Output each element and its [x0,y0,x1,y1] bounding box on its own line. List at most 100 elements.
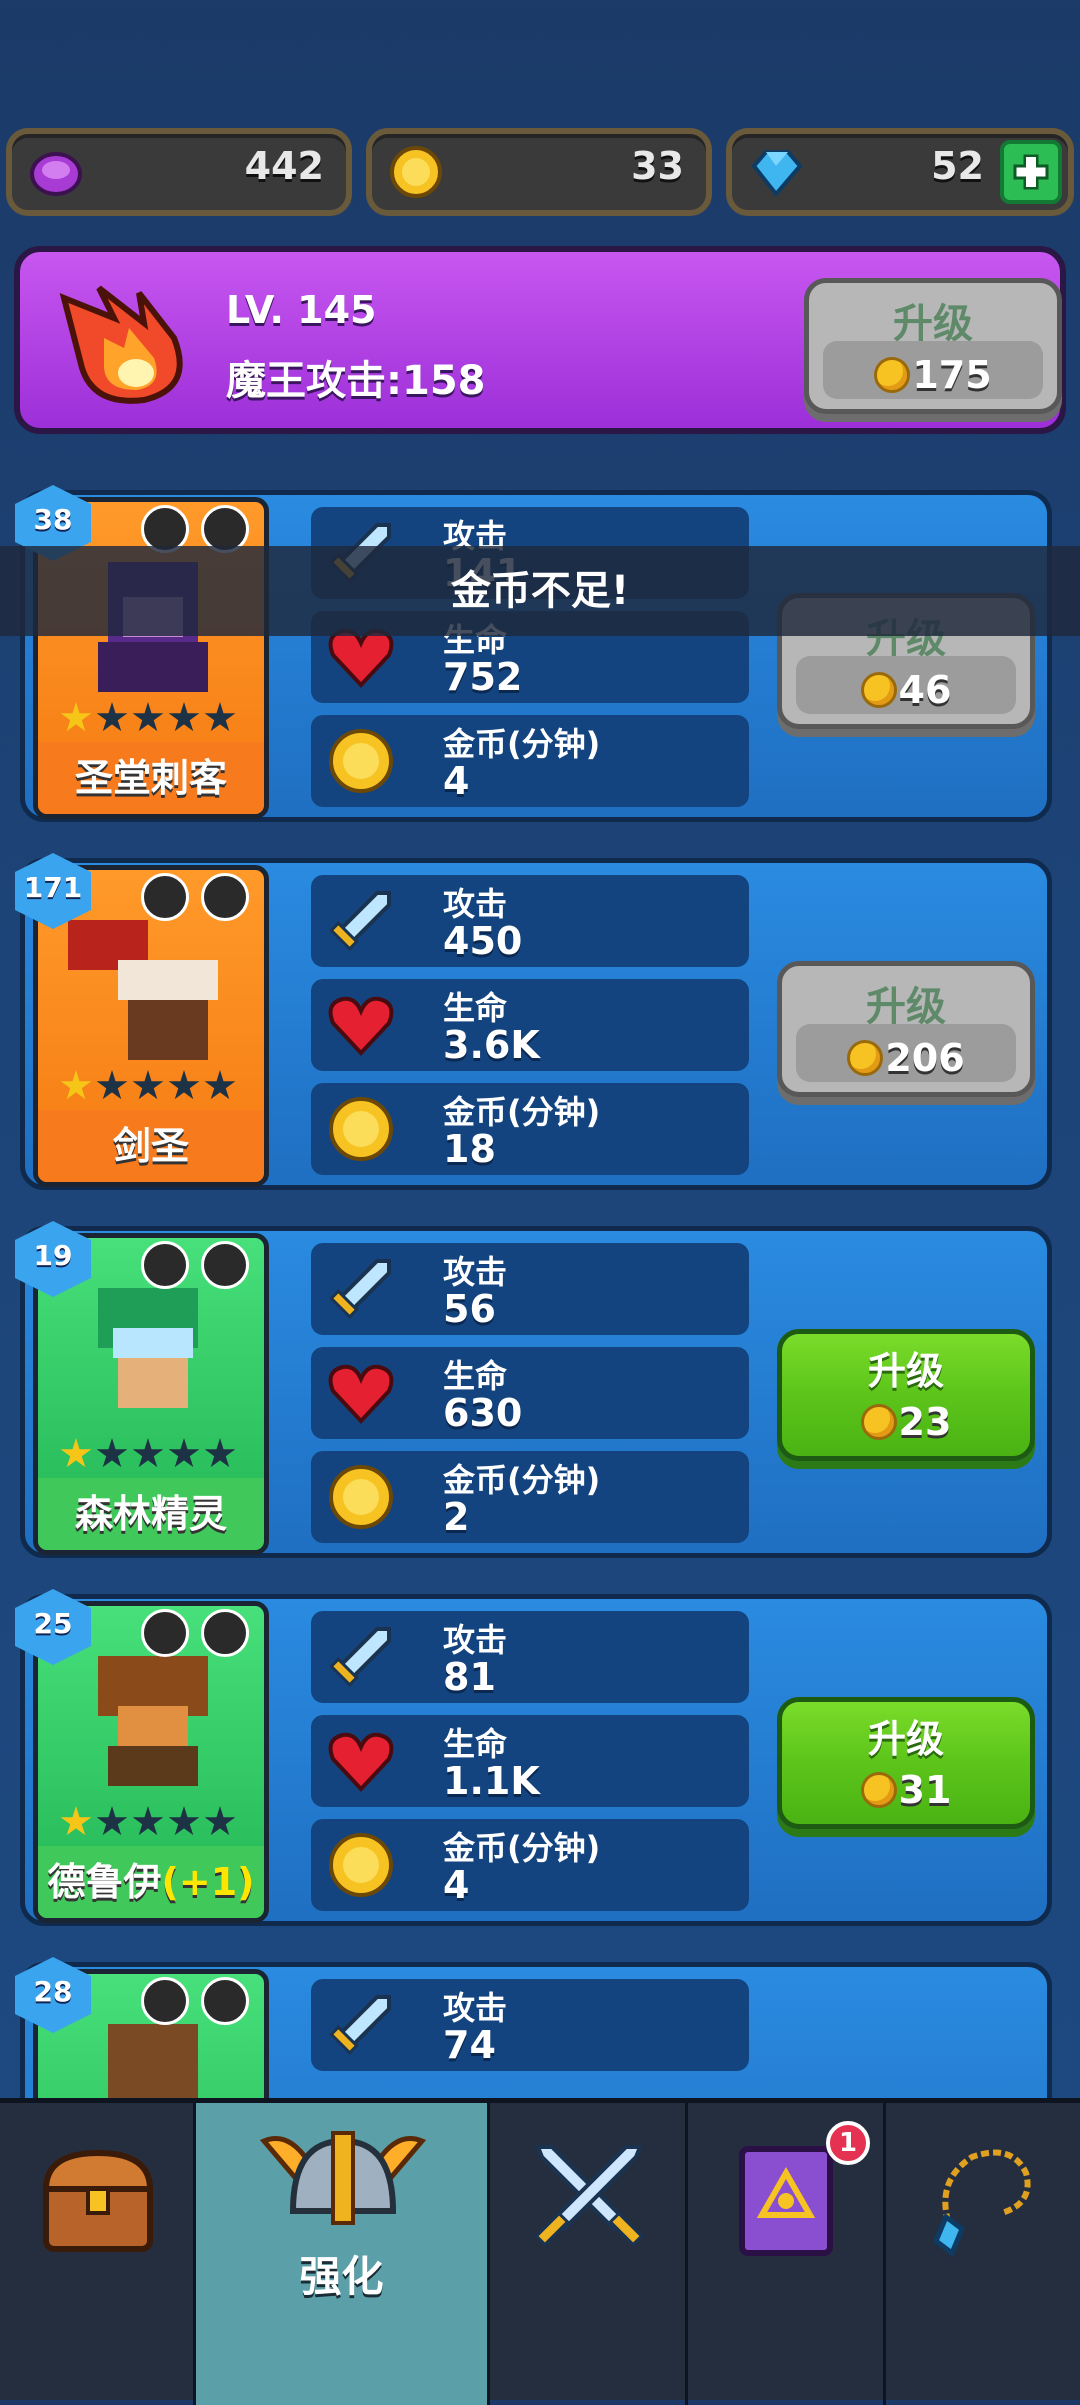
upgrade-cost: 23 [782,1400,1030,1444]
upgrade-cost: 46 [782,668,1030,712]
coin-rate-stat: 金币(分钟) 18 [311,1083,749,1175]
attack-value: 81 [443,1655,496,1699]
hero-name: 森林精灵 [38,1478,264,1550]
coin-rate-value: 4 [443,759,470,803]
viking-helmet-icon [259,2131,427,2225]
coin-icon [390,146,442,198]
diamond-counter: 52 [726,128,1074,216]
upgrade-label: 升级 [867,1349,944,1393]
notification-badge: 1 [826,2121,870,2165]
coin-rate-stat: 金币(分钟) 4 [311,715,749,807]
coin-icon [329,1097,393,1161]
star-rating [60,702,236,736]
tab-spellbook[interactable]: 1 [688,2103,886,2405]
name-bonus: (+1) [161,1860,255,1904]
hero-art [98,1656,208,1786]
hero-art [98,1288,198,1408]
attack-value: 56 [443,1287,496,1331]
star-rating [60,1806,236,1840]
coin-rate-value: 18 [443,1127,496,1171]
hero-card: 剑圣 171 攻击 450 生命 3.6K 金币(分钟) 18 升级 206 [15,853,1052,1190]
coin-icon [860,1772,897,1808]
hero-card: 德鲁伊(+1) 25 攻击 81 生命 1.1K 金币(分钟) 4 升级 31 [15,1589,1052,1926]
coin-icon [860,672,897,708]
life-value: 1.1K [443,1759,540,1803]
banner-level: LV. 145 [226,288,377,332]
life-value: 630 [443,1391,523,1435]
hero-card: 圣堂刺客 38 攻击 141 生命 752 金币(分钟) 4 升级 46 [15,485,1052,822]
sword-icon [329,1995,391,2055]
heart-icon [328,996,394,1056]
heart-icon [328,1364,394,1424]
life-stat: 生命 3.6K [311,979,749,1071]
insufficient-coins-toast: 金币不足! [0,546,1080,636]
hero-name: 德鲁伊(+1) [38,1846,264,1918]
attack-stat: 攻击 450 [311,875,749,967]
star-rating [60,1070,236,1104]
heart-icon [328,1732,394,1792]
tab-chest[interactable] [0,2103,196,2405]
tab-upgrade-label: 强化 [299,2252,384,2301]
upgrade-cost: 206 [782,1036,1030,1080]
tab-upgrade[interactable]: 强化 [196,2103,490,2405]
life-value: 3.6K [443,1023,540,1067]
coin-counter: 33 [366,128,712,216]
weapon-class-icon [201,1977,249,2025]
star-rating [60,1438,236,1472]
coin-icon [329,1833,393,1897]
add-diamonds-button[interactable] [1000,140,1062,204]
upgrade-cost: 175 [809,353,1057,397]
coin-rate-value: 4 [443,1863,470,1907]
banner-upgrade-button[interactable]: 升级 175 [804,278,1062,414]
spellbook-icon [739,2146,833,2256]
race-icon [141,873,189,921]
coin-icon [874,357,911,393]
race-icon [141,1977,189,2025]
diamond-icon [751,150,803,198]
upgrade-button[interactable]: 升级 206 [777,961,1035,1097]
hero-name: 剑圣 [38,1110,264,1182]
upgrade-button[interactable]: 升级 31 [777,1697,1035,1829]
hero-art [68,920,218,1060]
demon-king-banner: LV. 145 魔王攻击:158 升级 175 [14,246,1066,434]
weapon-class-icon [201,1241,249,1289]
amulet-icon [932,2149,1031,2257]
tab-amulet[interactable] [886,2103,1080,2405]
banner-attack: 魔王攻击:158 [226,358,486,404]
sword-icon [329,1259,391,1319]
attack-stat: 攻击 81 [311,1611,749,1703]
weapon-class-icon [201,1609,249,1657]
upgrade-label: 升级 [867,1717,944,1761]
coin-rate-stat: 金币(分钟) 2 [311,1451,749,1543]
treasure-chest-icon [42,2149,154,2252]
plus-icon [1013,154,1049,190]
sword-icon [329,1627,391,1687]
attack-stat: 攻击 74 [311,1979,749,2071]
coin-icon [329,729,393,793]
diamond-value: 52 [931,144,984,188]
purple-gem-icon [30,152,82,196]
weapon-class-icon [201,873,249,921]
gem-counter: 442 [6,128,352,216]
coin-rate-value: 2 [443,1495,470,1539]
bottom-nav: 强化 1 [0,2098,1080,2405]
life-value: 752 [443,655,523,699]
hero-card: 森林精灵 19 攻击 56 生命 630 金币(分钟) 2 升级 23 [15,1221,1052,1558]
race-icon [141,1609,189,1657]
tab-battle[interactable] [490,2103,688,2405]
coin-icon [329,1465,393,1529]
upgrade-button[interactable]: 升级 23 [777,1329,1035,1461]
coin-rate-stat: 金币(分钟) 4 [311,1819,749,1911]
race-icon [141,1241,189,1289]
gem-value: 442 [244,144,324,188]
fireball-icon [59,285,183,404]
coin-icon [860,1404,897,1440]
coin-value: 33 [631,144,684,188]
life-stat: 生命 1.1K [311,1715,749,1807]
crossed-swords-icon [534,2145,644,2247]
hero-name: 圣堂刺客 [38,742,264,814]
attack-stat: 攻击 56 [311,1243,749,1335]
life-stat: 生命 630 [311,1347,749,1439]
attack-value: 450 [443,919,523,963]
coin-icon [847,1040,884,1076]
